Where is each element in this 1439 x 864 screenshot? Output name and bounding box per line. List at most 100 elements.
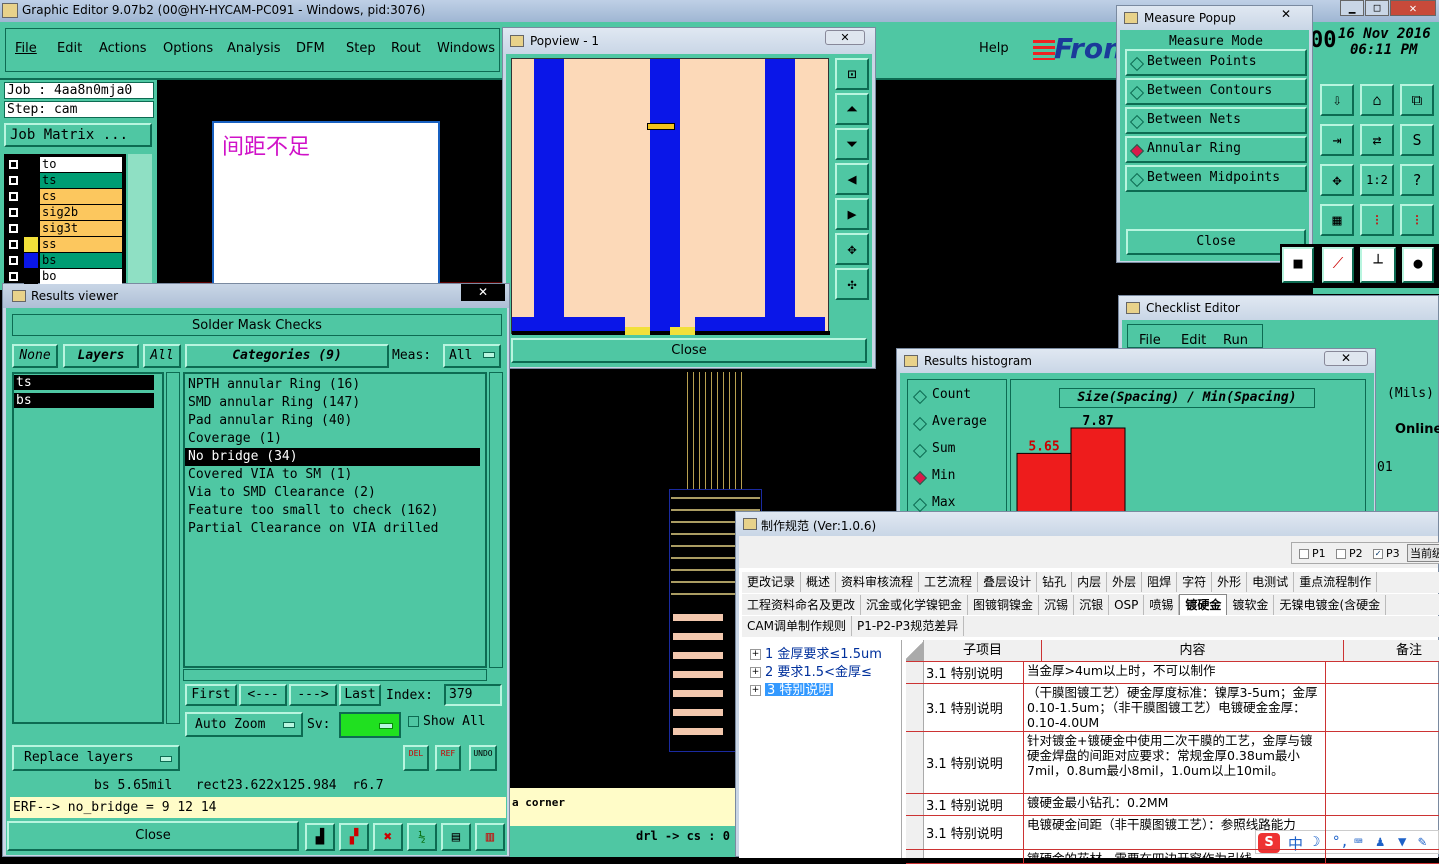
spec-tree-item[interactable]: +2 要求1.5<金厚≤ [750, 661, 898, 678]
current-level-button[interactable]: 当前级 [1407, 544, 1439, 562]
menu-dfm[interactable]: DFM [296, 38, 325, 60]
menu-rout[interactable]: Rout [391, 38, 421, 60]
spec-tab[interactable]: 字符 [1177, 572, 1213, 592]
p2-checkbox[interactable] [1336, 549, 1346, 559]
rv-tool-graph-icon[interactable]: ▟ [305, 823, 335, 851]
tool-help-icon[interactable]: ? [1400, 164, 1434, 196]
spec-tree-item[interactable]: +3 特别说明 [750, 679, 898, 696]
rv-category-item[interactable]: Partial Clearance on VIA drilled [185, 520, 485, 538]
rv-category-item[interactable]: Covered VIA to SM (1) [185, 466, 485, 484]
tool-import-icon[interactable]: ⇥ [1320, 124, 1354, 156]
layer-checkbox[interactable] [8, 159, 19, 170]
histogram-option-sum[interactable]: Sum [912, 441, 1004, 461]
rv-show-all-checkbox[interactable] [408, 716, 419, 727]
menu-analysis[interactable]: Analysis [227, 38, 281, 60]
spec-tab[interactable]: 资料审核流程 [836, 572, 920, 592]
rv-ref-button[interactable]: REF [435, 745, 461, 771]
rv-category-hscroll[interactable] [183, 669, 487, 681]
minimize-icon[interactable]: ▁ [1340, 0, 1364, 16]
pv-pan-down-icon[interactable]: ⏷ [835, 128, 869, 160]
layer-checkbox[interactable] [8, 175, 19, 186]
tool-drc2-icon[interactable]: ⁝ [1400, 204, 1434, 236]
tree-expand-icon[interactable]: + [750, 649, 761, 660]
spec-tab[interactable]: 钻孔 [1037, 572, 1073, 592]
rv-next-button[interactable]: ---> [289, 684, 337, 706]
rv-all-button[interactable]: All [143, 344, 181, 368]
rv-del-button[interactable]: DEL [403, 745, 429, 771]
pv-zoom-fit-icon[interactable]: ⊡ [835, 58, 869, 90]
measure-close-button[interactable]: Close [1126, 229, 1306, 255]
tool-route-icon[interactable]: ⟋ [1322, 247, 1354, 283]
tree-expand-icon[interactable]: + [750, 667, 761, 678]
menu-step[interactable]: Step [346, 38, 376, 60]
spec-tab[interactable]: 叠层设计 [978, 572, 1038, 592]
menu-edit[interactable]: Edit [57, 38, 82, 60]
layer-row-to[interactable]: to [6, 157, 124, 172]
spec-tab[interactable]: 更改记录 [742, 572, 802, 592]
rv-prev-button[interactable]: <--- [239, 684, 287, 706]
p3-checkbox[interactable]: ✓ [1373, 549, 1383, 559]
rv-last-button[interactable]: Last [339, 684, 381, 706]
maximize-icon[interactable]: □ [1365, 0, 1389, 16]
layer-checkbox[interactable] [8, 191, 19, 202]
spec-tab[interactable]: 内层 [1072, 572, 1108, 592]
spec-tab[interactable]: 沉锡 [1039, 595, 1075, 615]
spec-tab[interactable]: 镀软金 [1227, 595, 1275, 615]
rv-category-item[interactable]: SMD annular Ring (147) [185, 394, 485, 412]
tool-flip-icon[interactable]: ⇄ [1360, 124, 1394, 156]
pv-zoom-out-icon[interactable]: ✣ [835, 268, 869, 300]
layer-row-bs[interactable]: bs [6, 253, 124, 268]
rv-tool-chart-icon[interactable]: ▞ [339, 823, 369, 851]
layer-checkbox[interactable] [8, 223, 19, 234]
rv-close-icon[interactable]: ✕ [461, 284, 505, 301]
histogram-option-count[interactable]: Count [912, 387, 1004, 407]
rv-category-item[interactable]: No bridge (34) [185, 448, 480, 466]
tool-pad-icon[interactable]: ● [1402, 247, 1434, 283]
spec-tab[interactable]: 外形 [1212, 572, 1248, 592]
tree-expand-icon[interactable]: + [750, 685, 761, 696]
measure-option-between-contours[interactable]: Between Contours [1125, 78, 1307, 105]
layer-row-ts[interactable]: ts [6, 173, 124, 188]
spec-tab[interactable]: 喷锡 [1144, 595, 1180, 615]
close-icon[interactable]: ✕ [1390, 0, 1436, 16]
layer-row-sig2b[interactable]: sig2b [6, 205, 124, 220]
rv-layers-button[interactable]: Layers [63, 344, 139, 368]
layer-checkbox[interactable] [8, 271, 19, 282]
measure-option-between-midpoints[interactable]: Between Midpoints [1125, 165, 1307, 192]
measure-close-icon[interactable]: ✕ [1265, 7, 1307, 23]
spec-tab[interactable]: P1-P2-P3规范差异 [852, 616, 965, 636]
rv-categories-button[interactable]: Categories (9) [185, 344, 389, 368]
spec-tab[interactable]: OSP [1109, 595, 1145, 615]
spec-tab[interactable]: 概述 [801, 572, 837, 592]
spec-tab[interactable]: 无镍电镀金(含硬金 [1274, 595, 1387, 615]
checklist-menu-edit[interactable]: Edit [1181, 333, 1206, 348]
menu-file[interactable]: File [15, 38, 37, 60]
layer-row-ss[interactable]: ss [6, 237, 124, 252]
rv-sv-select[interactable] [339, 712, 401, 738]
rv-first-button[interactable]: First [185, 684, 237, 706]
rv-tool-doc-icon[interactable]: ▤ [441, 823, 471, 851]
tool-save-icon[interactable]: ⇩ [1320, 84, 1354, 116]
spec-grid-row[interactable]: 3.1 特别说明 针对镀金+镀硬金中使用二次干膜的工艺，金厚与镀硬金焊盘的间距对应… [906, 732, 1439, 794]
menu-options[interactable]: Options [163, 38, 213, 60]
rv-tool-erf-icon[interactable]: ✖ [373, 823, 403, 851]
rv-tool-histogram-icon[interactable]: ▥ [475, 823, 505, 851]
tool-drc-icon[interactable]: ⁝ [1360, 204, 1394, 236]
spec-grid-row[interactable]: 3.1 特别说明 （干膜图镀工艺）硬金厚度标准：镍厚3-5um；金厚0.10-1.… [906, 684, 1439, 732]
rv-layer-item[interactable]: ts [14, 375, 154, 390]
histogram-bar[interactable] [1016, 452, 1072, 518]
rv-category-item[interactable]: Pad annular Ring (40) [185, 412, 485, 430]
spec-tab[interactable]: 电测试 [1247, 572, 1295, 592]
pv-zoom-in-icon[interactable]: ✥ [835, 233, 869, 265]
rv-category-item[interactable]: NPTH annular Ring (16) [185, 376, 485, 394]
pv-pan-left-icon[interactable]: ◀ [835, 163, 869, 195]
rv-index-input[interactable]: 379 [444, 684, 502, 706]
rv-category-item[interactable]: Coverage (1) [185, 430, 485, 448]
rv-tool-pair-icon[interactable]: ½ [407, 823, 437, 851]
spec-tab[interactable]: 外层 [1107, 572, 1143, 592]
layer-row-sig3t[interactable]: sig3t [6, 221, 124, 236]
histogram-close-icon[interactable]: ✕ [1324, 351, 1368, 366]
menu-help[interactable]: Help [979, 38, 1009, 60]
layer-checkbox[interactable] [8, 207, 19, 218]
spec-tab[interactable]: 镀硬金 [1179, 594, 1228, 615]
